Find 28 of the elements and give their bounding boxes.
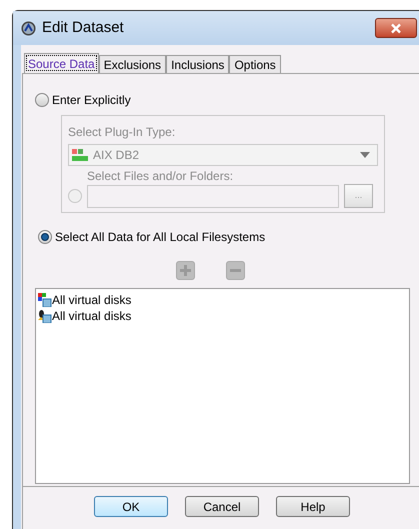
plus-icon [179,264,192,277]
field-label: Select Files and/or Folders: [87,168,234,185]
dialog-button[interactable]: Help [276,496,350,517]
tab[interactable]: Options [229,55,281,73]
disks-icon [38,293,52,307]
add-button[interactable] [176,261,195,280]
tab[interactable]: Exclusions [98,55,166,73]
dropdown-value: AIX DB2 [93,147,140,164]
tab[interactable]: Inclusions [166,55,230,73]
dialog-button[interactable]: Cancel [185,496,259,517]
radio-label: Enter Explicitly [52,92,131,109]
tab[interactable]: Source Data [24,53,99,73]
list-item[interactable]: All virtual disks [52,291,132,309]
close-button[interactable] [375,18,417,38]
files-input-field[interactable] [87,185,339,208]
window-title: Edit Dataset [42,18,124,38]
list-item[interactable]: All virtual disks [52,307,132,325]
close-icon [390,22,402,34]
radio-label: Select All Data for All Local Filesystems [55,229,266,246]
field-label: Select Plug-In Type: [68,124,176,141]
dialog-button[interactable]: OK [94,496,168,517]
radio-button[interactable] [38,230,52,244]
penguin-disks-icon [38,309,52,323]
app-icon [21,20,36,36]
plugin-icon [72,148,88,162]
radio-button[interactable] [35,93,49,107]
remove-button[interactable] [226,261,245,280]
dropdown-arrow-icon [360,152,370,158]
